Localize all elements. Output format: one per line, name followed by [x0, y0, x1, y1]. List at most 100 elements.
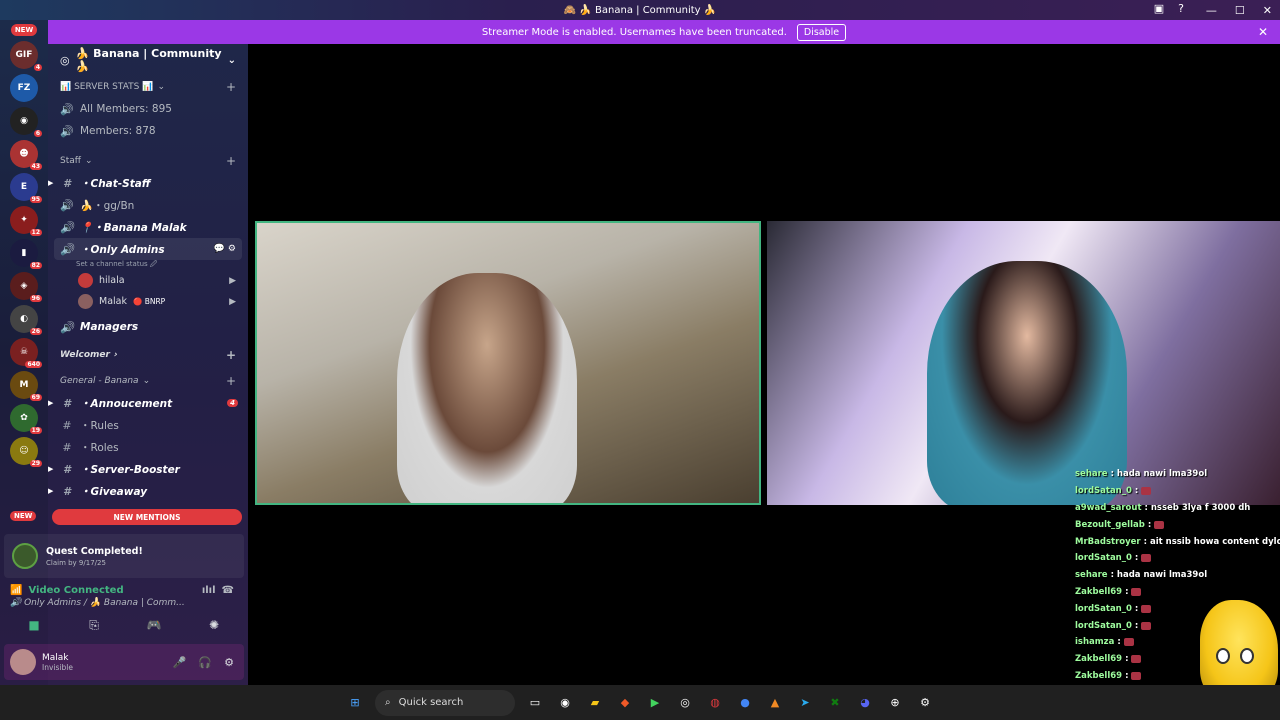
settings-icon[interactable]: ⚙: [915, 693, 935, 713]
new-mentions-bar[interactable]: NEW MENTIONS: [52, 509, 242, 525]
add-channel-icon[interactable]: +: [226, 348, 236, 362]
close-icon[interactable]: ✕: [1258, 25, 1268, 39]
unread-arrow-icon: ▶: [48, 179, 54, 187]
guild-header[interactable]: ◎ 🍌 Banana | Community 🍌 ⌄: [48, 44, 248, 76]
channel-members[interactable]: 🔊 Members: 878: [48, 120, 248, 142]
activity-button[interactable]: 🎮: [130, 618, 178, 633]
video-tile-speaking[interactable]: [255, 221, 761, 505]
obs-icon[interactable]: ◎: [675, 693, 695, 713]
record-icon[interactable]: ◍: [705, 693, 725, 713]
maximize-button[interactable]: ☐: [1235, 4, 1245, 17]
channel-all-members[interactable]: 🔊 All Members: 895: [48, 98, 248, 120]
voice-user[interactable]: hilala ▶: [48, 270, 248, 291]
soundboard-button[interactable]: ✺: [190, 618, 238, 633]
screen-share-button[interactable]: ⎘: [70, 618, 118, 633]
channel-item[interactable]: ▶ # ・Server-Booster: [48, 458, 248, 480]
channel-only-admins[interactable]: 🔊 ・Only Admins 💬 ⚙: [54, 238, 242, 260]
server-icon[interactable]: FZ: [10, 74, 38, 102]
channel-gg-bn[interactable]: 🔊 🍌・gg/Bn: [48, 194, 248, 216]
channel-item[interactable]: ▶ # ・Giveaway: [48, 480, 248, 502]
emote-icon: [1131, 671, 1142, 680]
mention-badge: 19: [29, 427, 42, 434]
microphone-icon[interactable]: 🎤: [173, 656, 187, 669]
app-icon[interactable]: ▲: [765, 693, 785, 713]
task-view-icon[interactable]: ▭: [525, 693, 545, 713]
channel-label: ・Chat-Staff: [80, 177, 151, 190]
emote-icon: [1141, 487, 1152, 496]
channel-label: 🍌・gg/Bn: [80, 199, 135, 212]
voice-user[interactable]: Malak 🔴 BNRP ▶: [48, 291, 248, 312]
brave-icon[interactable]: ◆: [615, 693, 635, 713]
channel-label: Members: 878: [80, 125, 156, 137]
help-icon[interactable]: ?: [1178, 2, 1184, 15]
add-channel-icon[interactable]: +: [226, 374, 236, 388]
game-icon[interactable]: ⊕: [885, 693, 905, 713]
chevron-down-icon[interactable]: ⌄: [228, 55, 236, 66]
category-general-banana[interactable]: General - Banana ⌄ +: [48, 370, 248, 392]
server-icon[interactable]: ◈ 96: [10, 272, 42, 302]
video-tile[interactable]: [767, 221, 1280, 505]
category-staff[interactable]: Staff ⌄ +: [48, 150, 248, 172]
disable-button[interactable]: Disable: [796, 23, 847, 41]
mention-badge: 96: [29, 295, 42, 302]
server-icon[interactable]: E 95: [10, 173, 42, 203]
minimize-button[interactable]: —: [1206, 4, 1217, 17]
emote-icon: [1131, 655, 1142, 664]
chrome-icon[interactable]: ●: [735, 693, 755, 713]
add-channel-icon[interactable]: +: [226, 154, 236, 168]
channel-banana-malak[interactable]: 🔊 📍・Banana Malak: [48, 216, 248, 238]
mention-badge: 43: [29, 163, 42, 170]
server-icon-label: ☺: [19, 446, 29, 456]
server-icon[interactable]: ◉ 6: [10, 107, 42, 137]
server-icon[interactable]: GIF 4: [10, 41, 42, 71]
noise-icon[interactable]: ılıl: [202, 585, 216, 596]
new-pill[interactable]: NEW: [10, 511, 37, 521]
channel-item[interactable]: # ・Roles: [48, 436, 248, 458]
telegram-icon[interactable]: ➤: [795, 693, 815, 713]
server-icon[interactable]: ☺ 29: [10, 437, 42, 467]
disconnect-icon[interactable]: ☎: [222, 585, 234, 596]
server-icon[interactable]: ☠ 640: [10, 338, 42, 368]
chat-message: MrBadstroyer: ait nssib howa content dyl…: [1075, 533, 1280, 550]
set-channel-status[interactable]: Set a channel status 🖉: [48, 260, 248, 270]
steam-icon[interactable]: ◉: [555, 693, 575, 713]
channel-managers[interactable]: 🔊 Managers: [48, 316, 248, 338]
avatar[interactable]: [10, 649, 36, 675]
channel-item[interactable]: ▶ # ・Annoucement 4: [48, 392, 248, 414]
new-pill[interactable]: NEW: [11, 24, 37, 36]
chat-username: Zakbell69: [1075, 586, 1123, 597]
server-icon[interactable]: ◐ 26: [10, 305, 42, 335]
play-icon[interactable]: ▶: [645, 693, 665, 713]
xbox-icon[interactable]: ✖: [825, 693, 845, 713]
quick-search[interactable]: ⌕ Quick search: [375, 689, 515, 716]
channel-item[interactable]: # ・Rules: [48, 414, 248, 436]
server-icon[interactable]: M 69: [10, 371, 42, 401]
chat-username: Bezoult_gellab: [1075, 519, 1145, 530]
gear-icon[interactable]: ⚙: [224, 656, 234, 669]
category-server-stats[interactable]: 📊 SERVER STATS 📊 ⌄ +: [48, 76, 248, 98]
server-icon-label: ◐: [20, 314, 28, 324]
close-button[interactable]: ✕: [1263, 4, 1272, 17]
folder-icon[interactable]: ▰: [585, 693, 605, 713]
inbox-icon[interactable]: ▣: [1154, 2, 1164, 15]
quest-card[interactable]: Quest Completed! Claim by 9/17/25: [4, 534, 244, 578]
channel-actions[interactable]: 💬 ⚙: [214, 244, 236, 254]
mention-badge: 26: [29, 328, 42, 335]
emote-icon: [1141, 621, 1152, 630]
add-channel-icon[interactable]: +: [226, 80, 236, 94]
server-icon-label: ☻: [19, 149, 29, 159]
headphones-icon[interactable]: 🎧: [198, 656, 212, 669]
category-label: Welcomer: [60, 350, 110, 360]
server-icon[interactable]: ☻ 43: [10, 140, 42, 170]
category-welcomer[interactable]: Welcomer › +: [48, 344, 248, 366]
server-icon[interactable]: ✦ 12: [10, 206, 42, 236]
hash-icon: #: [62, 418, 72, 432]
voice-user-name: Malak: [99, 296, 127, 307]
camera-button[interactable]: ■: [10, 618, 58, 633]
server-icon[interactable]: ▮ 82: [10, 239, 42, 269]
windows-start-icon[interactable]: ⊞: [345, 693, 365, 713]
channel-chat-staff[interactable]: ▶ # ・Chat-Staff: [48, 172, 248, 194]
server-icon[interactable]: ✿ 19: [10, 404, 42, 434]
chevron-down-icon: ⌄: [157, 82, 165, 92]
discord-icon[interactable]: ◕: [855, 693, 875, 713]
